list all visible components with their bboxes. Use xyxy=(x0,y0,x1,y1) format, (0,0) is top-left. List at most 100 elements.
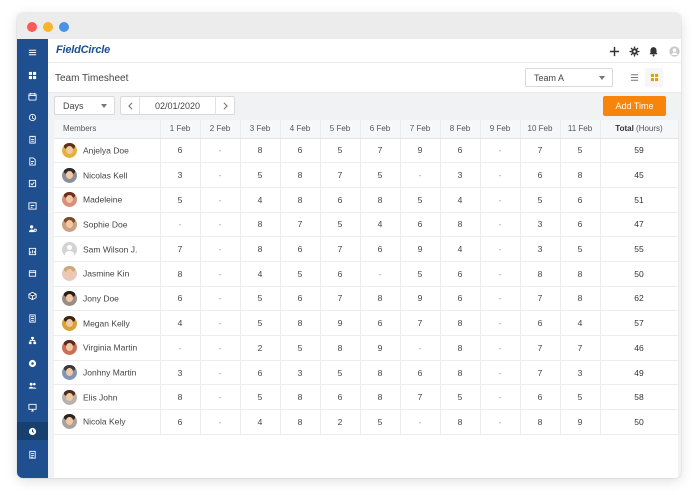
sidebar-item-dashboard[interactable] xyxy=(17,66,48,84)
hours-cell[interactable]: 8 xyxy=(360,187,401,213)
member-cell[interactable]: Anjelya Doe xyxy=(54,138,161,164)
sidebar-item-timesheet[interactable] xyxy=(17,445,48,463)
hours-cell[interactable]: 6 xyxy=(360,236,401,262)
hours-cell[interactable]: - xyxy=(160,335,201,361)
hours-cell[interactable]: 3 xyxy=(160,162,201,188)
hours-cell[interactable]: 8 xyxy=(280,310,321,336)
sidebar-item-clipboard[interactable] xyxy=(17,130,48,148)
hours-cell[interactable]: 5 xyxy=(240,162,281,188)
member-cell[interactable]: Nicola Kely xyxy=(54,409,161,435)
hours-cell[interactable]: - xyxy=(200,138,241,164)
hours-cell[interactable]: 7 xyxy=(400,384,441,411)
hours-cell[interactable]: - xyxy=(200,187,241,213)
hours-cell[interactable]: 5 xyxy=(240,384,281,411)
hours-cell[interactable]: 6 xyxy=(560,212,601,238)
hours-cell[interactable]: 6 xyxy=(520,310,561,336)
hours-cell[interactable]: 8 xyxy=(160,261,201,287)
member-cell[interactable]: Sophie Doe xyxy=(54,212,161,238)
hours-cell[interactable]: 5 xyxy=(160,187,201,213)
app-logo[interactable]: FieldCircle xyxy=(56,44,110,56)
hours-cell[interactable]: 5 xyxy=(440,384,481,411)
hours-cell[interactable]: 9 xyxy=(400,138,441,164)
hours-cell[interactable]: - xyxy=(480,310,521,336)
hours-cell[interactable]: 5 xyxy=(400,187,441,213)
sidebar-item-schedule[interactable] xyxy=(17,196,48,214)
bell-icon[interactable] xyxy=(646,44,660,58)
table-row[interactable]: Madeleine 5-4 8 6 8 5 4-5 6 51 xyxy=(54,187,679,213)
window-close-dot[interactable] xyxy=(27,22,37,32)
hours-cell[interactable]: - xyxy=(360,261,401,287)
hours-cell[interactable]: 3 xyxy=(560,360,601,386)
window-maximize-dot[interactable] xyxy=(59,22,69,32)
hours-cell[interactable]: 7 xyxy=(320,162,361,188)
hours-cell[interactable]: 8 xyxy=(520,261,561,287)
hours-cell[interactable]: 8 xyxy=(560,261,601,287)
hours-cell[interactable]: 4 xyxy=(160,310,201,336)
hours-cell[interactable]: 7 xyxy=(320,236,361,262)
previous-date-button[interactable] xyxy=(121,97,140,114)
hours-cell[interactable]: 6 xyxy=(440,138,481,164)
hours-cell[interactable]: 5 xyxy=(560,236,601,262)
member-cell[interactable]: Virginia Martin xyxy=(54,335,161,361)
sidebar-item-dispatch[interactable] xyxy=(17,108,48,126)
sidebar-item-invoice[interactable] xyxy=(17,264,48,282)
hours-cell[interactable]: 7 xyxy=(520,138,561,164)
hours-cell[interactable]: 8 xyxy=(280,187,321,213)
hours-cell[interactable]: - xyxy=(480,236,521,262)
hours-cell[interactable]: 6 xyxy=(320,261,361,287)
hours-cell[interactable]: 5 xyxy=(360,162,401,188)
hours-cell[interactable]: - xyxy=(480,335,521,361)
hours-cell[interactable]: 8 xyxy=(360,384,401,411)
list-view-button[interactable] xyxy=(625,68,643,87)
hours-cell[interactable]: 3 xyxy=(520,212,561,238)
hours-cell[interactable]: - xyxy=(200,335,241,361)
sidebar-item-team[interactable] xyxy=(17,376,48,394)
hours-cell[interactable]: 3 xyxy=(280,360,321,386)
sidebar-item-hierarchy[interactable] xyxy=(17,331,48,349)
hours-cell[interactable]: 8 xyxy=(240,212,281,238)
table-row[interactable]: Nicola Kely 6-4 8 2 5-8-8 9 50 xyxy=(54,409,679,435)
hours-cell[interactable]: 8 xyxy=(440,409,481,435)
hours-cell[interactable]: - xyxy=(400,335,441,361)
hours-cell[interactable]: 9 xyxy=(560,409,601,435)
sidebar-item-inventory[interactable] xyxy=(17,286,48,304)
member-cell[interactable]: Jasmine Kin xyxy=(54,261,161,287)
hours-cell[interactable]: 8 xyxy=(520,409,561,435)
hours-cell[interactable]: 5 xyxy=(360,409,401,435)
hours-cell[interactable]: 4 xyxy=(240,187,281,213)
next-date-button[interactable] xyxy=(215,97,234,114)
hours-cell[interactable]: - xyxy=(480,360,521,386)
hours-cell[interactable]: - xyxy=(480,261,521,287)
hours-cell[interactable]: 5 xyxy=(320,212,361,238)
gear-icon[interactable] xyxy=(627,44,641,58)
hours-cell[interactable]: 6 xyxy=(440,286,481,312)
sidebar-item-calendar[interactable] xyxy=(17,87,48,105)
hours-cell[interactable]: 8 xyxy=(440,212,481,238)
hours-cell[interactable]: 4 xyxy=(440,236,481,262)
hours-cell[interactable]: 7 xyxy=(520,360,561,386)
hours-cell[interactable]: - xyxy=(200,310,241,336)
hours-cell[interactable]: 6 xyxy=(400,360,441,386)
window-minimize-dot[interactable] xyxy=(43,22,53,32)
hours-cell[interactable]: 8 xyxy=(360,286,401,312)
hours-cell[interactable]: 6 xyxy=(400,212,441,238)
hours-cell[interactable]: 3 xyxy=(440,162,481,188)
plus-icon[interactable] xyxy=(607,44,621,58)
hours-cell[interactable]: 5 xyxy=(320,138,361,164)
hours-cell[interactable]: 4 xyxy=(360,212,401,238)
hours-cell[interactable]: - xyxy=(200,384,241,411)
hours-cell[interactable]: - xyxy=(200,286,241,312)
hours-cell[interactable]: 7 xyxy=(160,236,201,262)
hours-cell[interactable]: 9 xyxy=(400,236,441,262)
hours-cell[interactable]: - xyxy=(200,236,241,262)
sidebar-item-report[interactable] xyxy=(17,242,48,260)
hours-cell[interactable]: 7 xyxy=(520,286,561,312)
hours-cell[interactable]: - xyxy=(480,162,521,188)
sidebar-item-clock[interactable] xyxy=(17,422,48,440)
hours-cell[interactable]: - xyxy=(480,138,521,164)
hours-cell[interactable]: 8 xyxy=(440,335,481,361)
hours-cell[interactable]: 6 xyxy=(280,236,321,262)
hours-cell[interactable]: 5 xyxy=(280,335,321,361)
hours-cell[interactable]: 6 xyxy=(280,138,321,164)
hours-cell[interactable]: 4 xyxy=(240,409,281,435)
